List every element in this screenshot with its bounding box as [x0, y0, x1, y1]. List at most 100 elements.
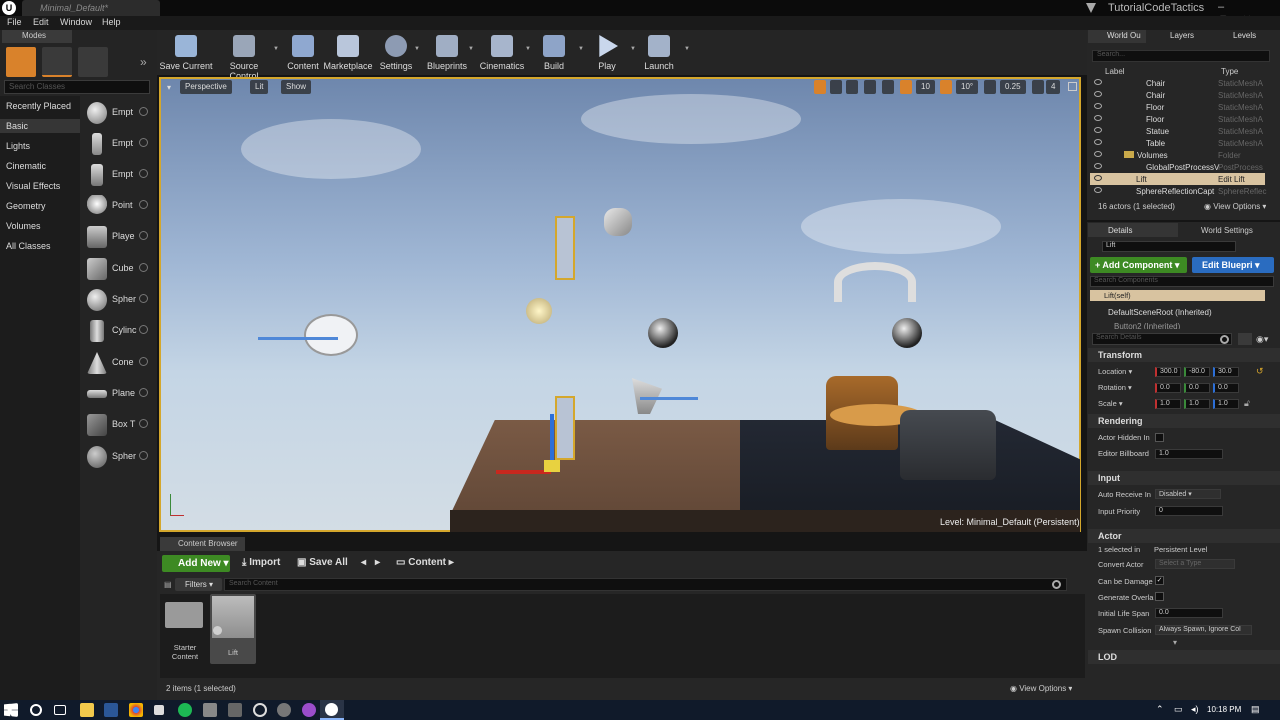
- outliner-row[interactable]: SphereReflectionCapt SphereReflec: [1090, 185, 1266, 197]
- column-label-header[interactable]: Label: [1105, 67, 1125, 76]
- forward-button[interactable]: ▸: [375, 557, 380, 568]
- section-transform[interactable]: Transform: [1088, 348, 1280, 362]
- editor-billboard-input[interactable]: 1.0: [1155, 449, 1223, 459]
- eye-icon[interactable]: [1094, 79, 1102, 85]
- clock[interactable]: 10:18 PM: [1207, 705, 1241, 714]
- gizmo-z-axis[interactable]: [550, 414, 554, 466]
- section-actor[interactable]: Actor: [1088, 529, 1280, 543]
- eye-icon[interactable]: [1094, 103, 1102, 109]
- network-icon[interactable]: ⌃: [1156, 704, 1164, 715]
- chrome-icon[interactable]: [129, 703, 143, 717]
- rotation-z-input[interactable]: 0.0: [1213, 383, 1239, 393]
- reset-icon[interactable]: ↺: [1256, 366, 1264, 377]
- search-icon[interactable]: [1052, 580, 1061, 589]
- menu-edit[interactable]: Edit: [33, 17, 49, 27]
- actor-hidden-checkbox[interactable]: [1155, 433, 1164, 442]
- location-y-input[interactable]: -80.0: [1184, 367, 1210, 377]
- rotate-tool-icon[interactable]: [830, 80, 842, 94]
- lit-button[interactable]: Lit: [250, 80, 269, 94]
- scale-snap-value[interactable]: 0.25: [1000, 80, 1026, 94]
- info-icon[interactable]: [139, 388, 148, 397]
- chevron-down-icon[interactable]: ▼: [273, 46, 279, 52]
- info-icon[interactable]: [139, 231, 148, 240]
- viewport-options-button[interactable]: ▾: [167, 83, 171, 92]
- volume-icon[interactable]: ◂): [1191, 704, 1199, 715]
- world-space-icon[interactable]: [864, 80, 876, 94]
- info-icon[interactable]: [139, 325, 148, 334]
- category-geometry[interactable]: Geometry: [6, 201, 46, 211]
- camera-speed-icon[interactable]: [1032, 80, 1044, 94]
- eye-icon[interactable]: [1094, 139, 1102, 145]
- save-all-button[interactable]: ▣ Save All: [297, 557, 348, 568]
- play-button[interactable]: Play: [577, 32, 637, 71]
- outliner-row[interactable]: Floor StaticMeshA: [1090, 113, 1265, 125]
- build-button[interactable]: Build: [524, 32, 584, 71]
- tab-layers[interactable]: Layers: [1170, 31, 1194, 40]
- component-button2[interactable]: Button2 (Inherited): [1114, 322, 1180, 329]
- section-rendering[interactable]: Rendering: [1088, 414, 1280, 428]
- maximize-viewport-icon[interactable]: [1068, 82, 1077, 91]
- class-item-plane[interactable]: Plane: [82, 380, 154, 408]
- spotify-icon[interactable]: [178, 703, 192, 717]
- chevron-down-icon[interactable]: ▼: [684, 46, 690, 52]
- atmospheric-fog-icon[interactable]: [304, 314, 358, 356]
- scale-label[interactable]: Scale ▾: [1098, 399, 1123, 408]
- category-all-classes[interactable]: All Classes: [6, 241, 51, 251]
- chevron-down-icon[interactable]: ▼: [630, 46, 636, 52]
- class-item-cone[interactable]: Cone: [82, 349, 154, 377]
- app-icon[interactable]: [154, 705, 164, 715]
- chevron-down-icon[interactable]: ▼: [414, 46, 420, 52]
- category-recently-placed[interactable]: Recently Placed: [6, 101, 71, 111]
- input-priority-input[interactable]: 0: [1155, 506, 1223, 516]
- reflection-capture-icon[interactable]: [648, 318, 678, 348]
- rotation-x-input[interactable]: 0.0: [1155, 383, 1181, 393]
- category-cinematic[interactable]: Cinematic: [6, 161, 46, 171]
- auto-receive-input-dropdown[interactable]: Disabled ▾: [1155, 489, 1221, 499]
- chevron-down-icon[interactable]: ▼: [525, 46, 531, 52]
- class-item-sphere[interactable]: Spher: [82, 286, 154, 314]
- unreal-taskbar-item[interactable]: [320, 700, 344, 720]
- outliner-search-input[interactable]: Search...: [1092, 50, 1270, 62]
- eye-icon[interactable]: [1094, 127, 1102, 133]
- info-icon[interactable]: [139, 294, 148, 303]
- outliner-row[interactable]: Chair StaticMeshA: [1090, 89, 1265, 101]
- source-control-button[interactable]: Source Control: [214, 32, 274, 81]
- info-icon[interactable]: [139, 451, 148, 460]
- eye-icon[interactable]: [1094, 175, 1102, 181]
- scale-z-input[interactable]: 1.0: [1213, 399, 1239, 409]
- category-volumes[interactable]: Volumes: [6, 221, 41, 231]
- sun-icon[interactable]: [526, 298, 552, 324]
- outliner-folder-row[interactable]: Volumes Folder: [1090, 149, 1265, 161]
- actor-name-input[interactable]: Lift: [1102, 241, 1236, 252]
- surface-snap-icon[interactable]: [882, 80, 894, 94]
- location-z-input[interactable]: 30.0: [1213, 367, 1239, 377]
- search-icon[interactable]: [1220, 335, 1229, 344]
- tab-world-settings[interactable]: World Settings: [1201, 226, 1253, 235]
- translate-tool-icon[interactable]: [814, 80, 826, 94]
- details-view-options-icon[interactable]: ◉▾: [1256, 334, 1268, 345]
- file-explorer-icon[interactable]: [80, 703, 94, 717]
- document-tab[interactable]: Minimal_Default*: [22, 0, 160, 16]
- class-item-point-light[interactable]: Point: [82, 192, 154, 220]
- component-self[interactable]: Lift(self): [1090, 290, 1265, 301]
- eye-icon[interactable]: [1094, 115, 1102, 121]
- app-icon[interactable]: [277, 703, 291, 717]
- content-path[interactable]: ▭ Content ▸: [396, 557, 454, 568]
- location-label[interactable]: Location ▾: [1098, 367, 1132, 376]
- chevron-right-icon[interactable]: »: [140, 55, 147, 69]
- eye-icon[interactable]: [1094, 163, 1102, 169]
- class-item-box-trigger[interactable]: Box T: [82, 411, 154, 439]
- launch-button[interactable]: Launch: [629, 32, 689, 71]
- import-button[interactable]: ⤓ Import: [242, 557, 280, 568]
- initial-life-span-input[interactable]: 0.0: [1155, 608, 1223, 618]
- location-x-input[interactable]: 300.0: [1155, 367, 1181, 377]
- post-process-volume-icon[interactable]: [834, 262, 916, 302]
- info-icon[interactable]: [139, 169, 148, 178]
- search-icon[interactable]: [30, 704, 42, 716]
- info-icon[interactable]: [139, 419, 148, 428]
- category-basic[interactable]: Basic: [6, 121, 28, 131]
- can-be-damaged-checkbox[interactable]: ✓: [1155, 576, 1164, 585]
- gizmo-center[interactable]: [544, 460, 560, 472]
- modes-tab[interactable]: Modes: [2, 30, 72, 43]
- rotation-label[interactable]: Rotation ▾: [1098, 383, 1132, 392]
